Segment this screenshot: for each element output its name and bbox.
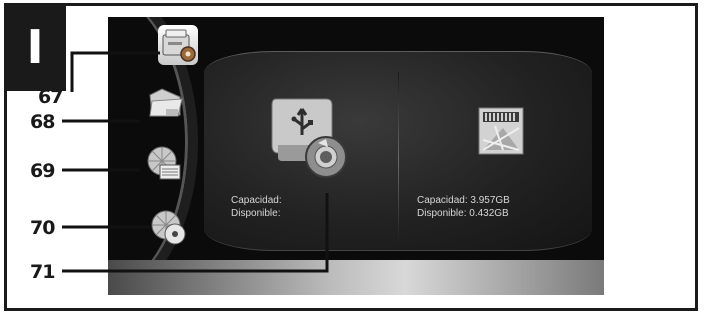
callout-71: 71	[30, 261, 55, 283]
callout-lines	[62, 51, 329, 273]
callout-68: 68	[30, 111, 55, 133]
callout-70: 70	[30, 217, 55, 239]
step-badge: I	[4, 3, 66, 91]
callout-69: 69	[30, 160, 55, 182]
